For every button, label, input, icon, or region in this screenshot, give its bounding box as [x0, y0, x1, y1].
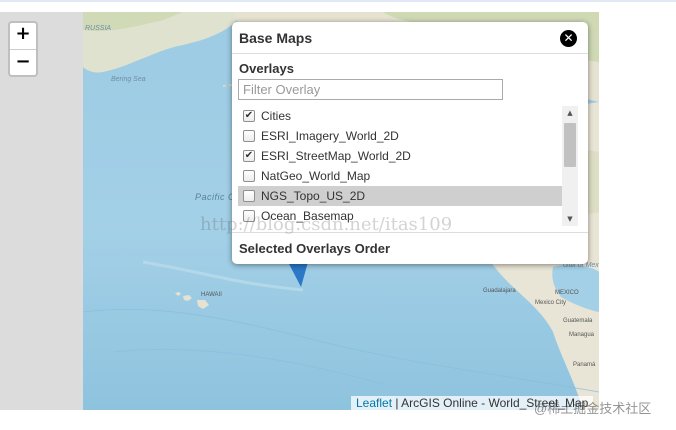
- zoom-in-button[interactable]: +: [10, 23, 36, 49]
- panel-divider: [232, 232, 588, 233]
- selected-overlays-order-title: Selected Overlays Order: [239, 241, 391, 256]
- map-label-mexico: MEXICO: [555, 290, 579, 296]
- zoom-out-button[interactable]: −: [10, 49, 36, 75]
- map-label-guadalajara: Guadalajara: [483, 288, 516, 294]
- map-label-managua: Managua: [569, 332, 595, 338]
- overlay-label: NatGeo_World_Map: [261, 169, 371, 183]
- leaflet-link[interactable]: Leaflet: [356, 396, 392, 410]
- map-label-pacific-ocean: Pacific O: [195, 192, 236, 202]
- map-label-guatemala: Guatemala: [563, 318, 593, 324]
- scrollbar-thumb[interactable]: [564, 123, 576, 167]
- map-label-bering-sea: Bering Sea: [111, 76, 146, 83]
- close-icon[interactable]: ✕: [560, 30, 577, 47]
- overlay-label: Ocean_Basemap: [261, 209, 354, 223]
- overlay-item-ocean-basemap[interactable]: Ocean_Basemap: [238, 206, 562, 226]
- overlay-checkbox[interactable]: ✔: [243, 150, 255, 162]
- scroll-down-icon[interactable]: ▼: [562, 212, 578, 226]
- top-rule: [0, 0, 676, 2]
- overlay-item-esri-streetmap[interactable]: ✔ ESRI_StreetMap_World_2D: [238, 146, 562, 166]
- map-label-mexico-city: Mexico City: [535, 300, 567, 306]
- overlay-label: ESRI_StreetMap_World_2D: [261, 149, 411, 163]
- zoom-control: + −: [8, 21, 38, 77]
- filter-overlay-input[interactable]: [238, 79, 503, 100]
- map-label-panama: Panamá: [573, 362, 596, 368]
- attribution-text: | ArcGIS Online - World_Street_Map: [392, 396, 589, 410]
- overlay-item-ngs-topo[interactable]: NGS_Topo_US_2D: [238, 186, 562, 206]
- overlay-checkbox[interactable]: [243, 210, 255, 222]
- overlay-checkbox[interactable]: ✔: [243, 110, 255, 122]
- map-label-hawaii: HAWAII: [201, 292, 222, 298]
- overlay-item-natgeo[interactable]: NatGeo_World_Map: [238, 166, 562, 186]
- overlay-label: NGS_Topo_US_2D: [261, 189, 366, 203]
- overlay-item-cities[interactable]: ✔ Cities: [238, 106, 562, 126]
- overlay-list-scrollbar[interactable]: ▲ ▼: [562, 106, 578, 226]
- overlay-checkbox[interactable]: [243, 190, 255, 202]
- overlay-list: ✔ Cities ESRI_Imagery_World_2D ✔ ESRI_St…: [238, 106, 562, 226]
- panel-divider: [232, 53, 588, 54]
- overlay-label: Cities: [261, 109, 292, 123]
- overlay-checkbox[interactable]: [243, 130, 255, 142]
- overlay-label: ESRI_Imagery_World_2D: [261, 129, 399, 143]
- panel-title: Base Maps: [239, 30, 313, 46]
- scroll-up-icon[interactable]: ▲: [562, 106, 578, 120]
- overlay-checkbox[interactable]: [243, 170, 255, 182]
- map-attribution: Leaflet | ArcGIS Online - World_Street_M…: [351, 396, 594, 410]
- layers-panel: Base Maps ✕ Overlays ✔ Cities ESRI_Image…: [232, 22, 588, 264]
- map-label-russia: RUSSIA: [85, 25, 112, 32]
- overlays-title: Overlays: [239, 61, 294, 76]
- overlay-item-esri-imagery[interactable]: ESRI_Imagery_World_2D: [238, 126, 562, 146]
